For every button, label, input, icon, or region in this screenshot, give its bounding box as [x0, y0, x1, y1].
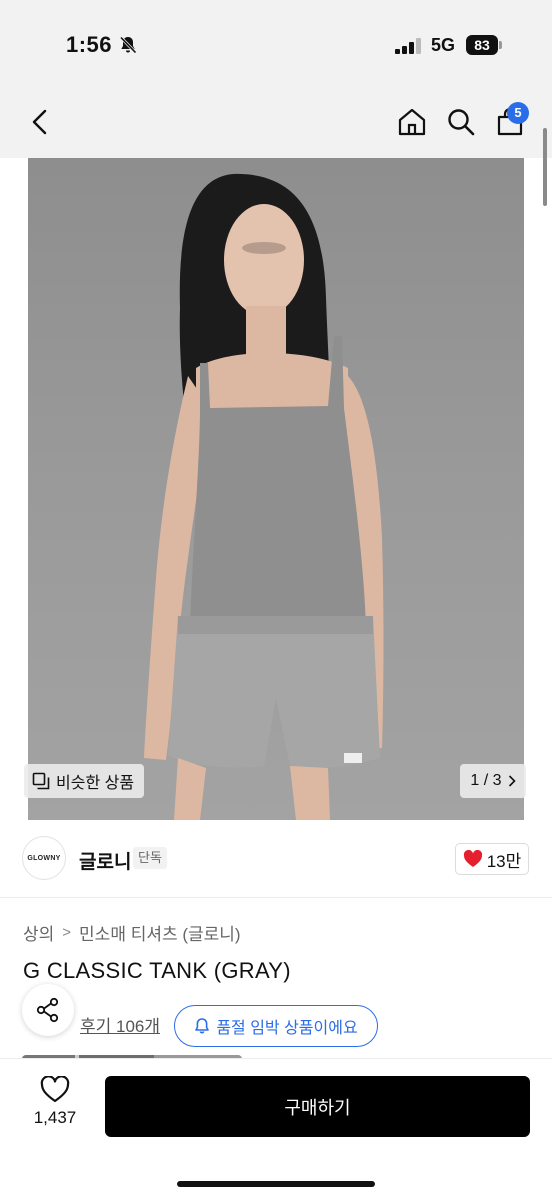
heart-icon: [463, 850, 482, 867]
home-button[interactable]: [390, 90, 434, 154]
brand-logo-text: GLOWNY: [27, 854, 61, 862]
breadcrumb-subcategory[interactable]: 민소매 티셔츠 (글로니): [79, 920, 241, 945]
exclusive-badge: 단독: [133, 847, 167, 869]
bell-icon: [195, 1018, 210, 1034]
chevron-left-icon: [32, 109, 47, 135]
breadcrumb-category[interactable]: 상의: [23, 920, 54, 945]
battery-icon: 83: [466, 35, 502, 55]
brand-row: GLOWNY 글로니 단독 13만: [0, 820, 552, 898]
cart-button[interactable]: [488, 90, 532, 154]
brand-logo[interactable]: GLOWNY: [22, 836, 66, 880]
chevron-right-icon: >: [62, 924, 72, 941]
scrollbar[interactable]: [543, 128, 547, 206]
breadcrumb: 상의 > 민소매 티셔츠 (글로니): [23, 920, 241, 945]
wishlist-button[interactable]: 1,437: [24, 1076, 86, 1138]
image-page-indicator[interactable]: 1 / 3: [460, 764, 526, 798]
back-button[interactable]: [18, 90, 62, 154]
image-page-count: 1 / 3: [470, 772, 502, 789]
app-header: [0, 90, 552, 158]
cart-count-badge: 5: [507, 102, 529, 124]
soldout-notice-button[interactable]: 품절 임박 상품이에요: [174, 1005, 378, 1047]
bell-off-icon: [119, 36, 137, 54]
review-link[interactable]: 후기 106개: [80, 1012, 160, 1037]
brand-like-count: 13만: [486, 851, 522, 871]
search-button[interactable]: [439, 90, 483, 154]
chevron-right-icon: [508, 775, 516, 787]
signal-icon: [395, 38, 421, 54]
network-label: 5G: [431, 35, 456, 55]
product-image[interactable]: [28, 158, 524, 820]
brand-like-button[interactable]: 13만: [455, 843, 529, 875]
copy-icon: [32, 772, 50, 790]
wishlist-count: 1,437: [33, 1108, 77, 1127]
product-photo: [144, 173, 384, 820]
share-icon: [36, 997, 59, 1023]
battery-level: 83: [466, 35, 498, 55]
search-icon: [448, 109, 475, 136]
buy-button[interactable]: 구매하기: [105, 1076, 530, 1137]
similar-products-button[interactable]: 비슷한 상품: [24, 764, 145, 798]
share-button[interactable]: [22, 984, 74, 1036]
soldout-notice-label: 품절 임박 상품이에요: [216, 1020, 358, 1037]
status-bar: 1:56 5G 83: [0, 0, 552, 90]
similar-products-label: 비슷한 상품: [56, 775, 135, 792]
heart-outline-icon: [40, 1076, 70, 1103]
product-title: G CLASSIC TANK (GRAY): [23, 958, 291, 983]
home-indicator: [177, 1181, 375, 1187]
status-time: 1:56: [66, 32, 113, 57]
home-icon: [398, 108, 426, 136]
brand-name[interactable]: 글로니: [79, 847, 131, 874]
